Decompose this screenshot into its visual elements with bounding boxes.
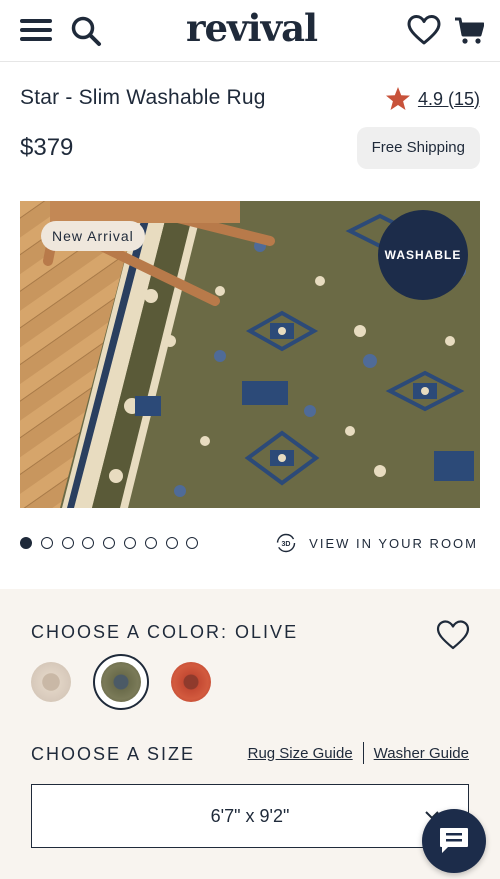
- heart-icon[interactable]: [407, 14, 441, 46]
- washer-guide-link[interactable]: Washer Guide: [374, 745, 469, 762]
- chat-button[interactable]: [422, 809, 486, 873]
- rating-link[interactable]: 4.9 (15): [418, 89, 480, 110]
- carousel-dot[interactable]: [61, 537, 74, 549]
- washable-badge: WASHABLE: [378, 210, 468, 300]
- star-icon: [385, 87, 410, 110]
- carousel-dot[interactable]: [82, 537, 95, 549]
- carousel-dot[interactable]: [40, 537, 53, 549]
- product-price: $379: [20, 134, 74, 161]
- product-image[interactable]: New Arrival WASHABLE: [20, 201, 480, 508]
- carousel-dot[interactable]: [123, 537, 136, 549]
- cart-icon[interactable]: [454, 16, 484, 46]
- site-logo[interactable]: revival: [186, 6, 318, 50]
- carousel-dot[interactable]: [20, 537, 32, 549]
- carousel-dot[interactable]: [144, 537, 157, 549]
- link-divider: [362, 742, 364, 764]
- view-room-label: VIEW IN YOUR ROOM: [309, 535, 478, 551]
- search-icon[interactable]: [70, 15, 102, 47]
- guide-links: Rug Size Guide Washer Guide: [248, 742, 469, 764]
- menu-icon[interactable]: [20, 17, 53, 43]
- carousel-dot[interactable]: [186, 537, 199, 549]
- selected-size: 6'7" x 9'2": [210, 806, 290, 826]
- size-heading: CHOOSE A SIZE: [31, 744, 196, 764]
- 3d-view-icon: 3D: [276, 533, 296, 553]
- free-shipping-badge: Free Shipping: [356, 127, 480, 169]
- color-swatch-red[interactable]: [171, 662, 211, 702]
- carousel-dots: [20, 537, 207, 549]
- color-swatch-olive[interactable]: [101, 662, 141, 702]
- svg-text:3D: 3D: [282, 541, 291, 548]
- color-heading: CHOOSE A COLOR: OLIVE: [31, 622, 299, 642]
- color-swatch-beige[interactable]: [31, 662, 71, 702]
- chat-icon: [440, 828, 468, 853]
- new-arrival-badge: New Arrival: [41, 221, 145, 251]
- rug-size-guide-link[interactable]: Rug Size Guide: [248, 745, 353, 762]
- rating: 4.9 (15): [385, 86, 480, 112]
- site-header: revival: [0, 0, 500, 62]
- product-title: Star - Slim Washable Rug: [20, 86, 266, 109]
- view-in-room-button[interactable]: 3D VIEW IN YOUR ROOM: [275, 532, 478, 554]
- carousel-dot[interactable]: [165, 537, 178, 549]
- size-select[interactable]: 6'7" x 9'2": [31, 784, 469, 848]
- favorite-heart-icon[interactable]: [436, 619, 470, 651]
- carousel-dot[interactable]: [103, 537, 116, 549]
